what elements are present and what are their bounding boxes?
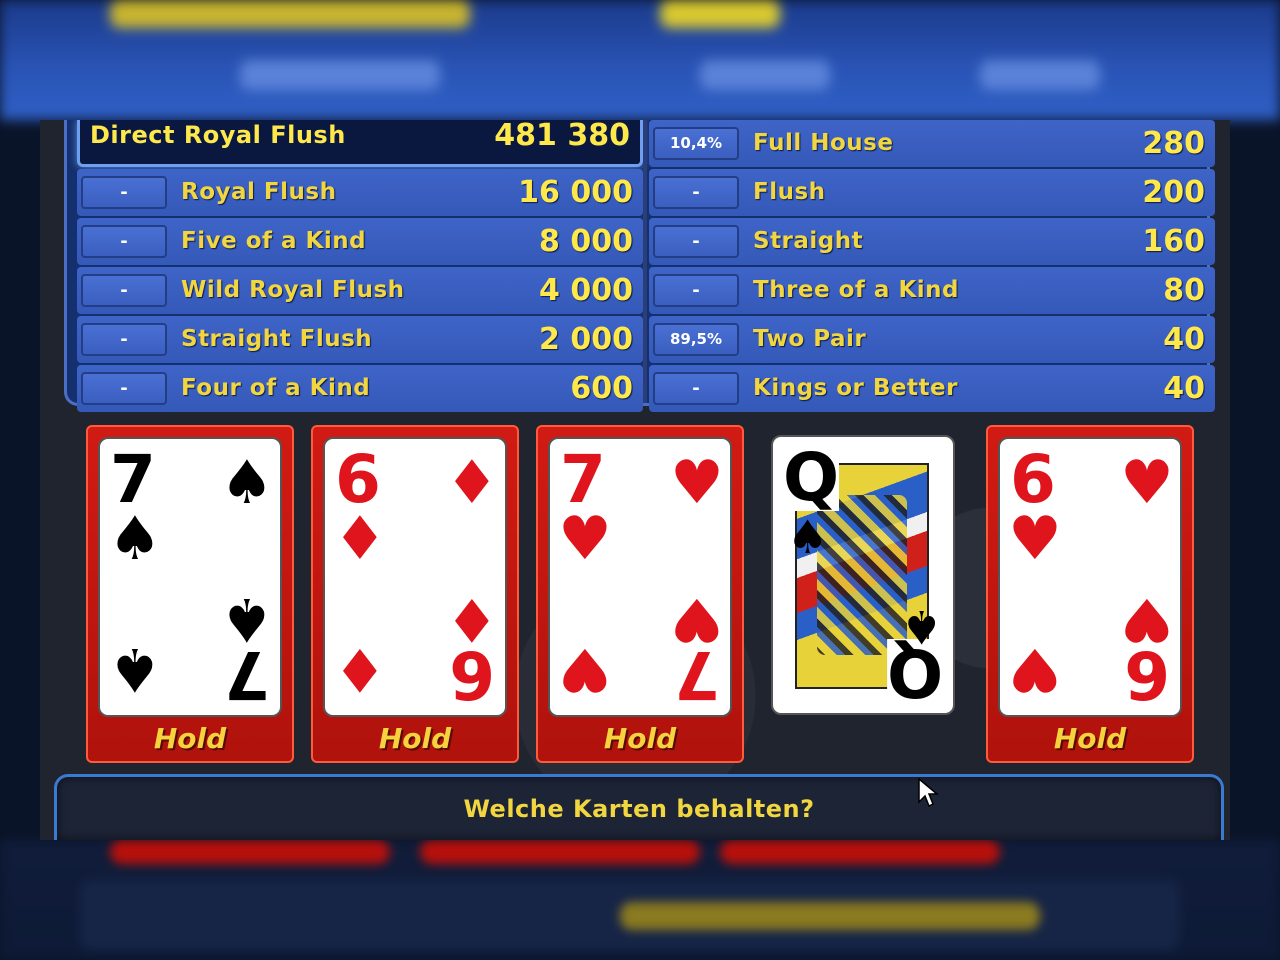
heart-icon: ♥: [558, 504, 612, 574]
paytable-payout-value: 16 000: [518, 175, 633, 210]
paytable-hand-name: Two Pair: [753, 326, 867, 352]
paytable-row: - Flush 200: [649, 169, 1215, 216]
paytable-row: 89,5% Two Pair 40: [649, 316, 1215, 363]
paytable-row: - Straight 160: [649, 218, 1215, 265]
paytable-probability-badge: -: [81, 372, 167, 405]
paytable-hand-name: Direct Royal Flush: [90, 121, 346, 149]
paytable-payout-value: 481 380: [494, 120, 630, 153]
paytable-row: - Three of a Kind 80: [649, 267, 1215, 314]
card-slot[interactable]: 7 7 ♠ ♠ ♠ ♠ Hold: [86, 425, 294, 763]
paytable-payout-value: 8 000: [539, 224, 633, 259]
playing-card[interactable]: 6 6 ♥ ♥ ♥ ♥: [998, 437, 1182, 717]
card-slot[interactable]: 6 6 ♥ ♥ ♥ ♥ Hold: [986, 425, 1194, 763]
paytable-hand-name: Three of a Kind: [753, 277, 959, 303]
message-text: Welche Karten behalten?: [463, 795, 815, 823]
paytable-probability-badge: 10,4%: [653, 127, 739, 160]
paytable-hand-name: Wild Royal Flush: [181, 277, 405, 303]
paytable-probability-badge: -: [81, 225, 167, 258]
paytable-hand-name: Five of a Kind: [181, 228, 367, 254]
spade-icon: ♠: [220, 448, 274, 518]
paytable-hand-name: Kings or Better: [753, 375, 958, 401]
paytable-row: - Five of a Kind 8 000: [77, 218, 643, 265]
paytable-payout-value: 80: [1163, 273, 1205, 308]
paytable-probability-badge: -: [653, 225, 739, 258]
blurred-background-top: [0, 0, 1280, 120]
paytable-row: - Straight Flush 2 000: [77, 316, 643, 363]
diamond-icon: ♦: [445, 448, 499, 518]
paytable-payout-value: 600: [570, 371, 633, 406]
paytable-hand-name: Royal Flush: [181, 179, 337, 205]
spade-icon: ♠: [108, 504, 162, 574]
hold-label[interactable]: Hold: [88, 721, 292, 757]
paytable-hand-name: Full House: [753, 130, 894, 156]
spade-icon: ♠: [901, 600, 943, 654]
hold-label[interactable]: Hold: [988, 721, 1192, 757]
paytable-hand-name: Flush: [753, 179, 826, 205]
paytable-probability-badge: 89,5%: [653, 323, 739, 356]
hold-label[interactable]: Hold: [313, 721, 517, 757]
heart-icon: ♥: [1008, 634, 1062, 704]
card-slot[interactable]: 7 7 ♥ ♥ ♥ ♥ Hold: [536, 425, 744, 763]
heart-icon: ♥: [670, 584, 724, 654]
card-slot[interactable]: Q Q ♠ ♠: [761, 425, 969, 763]
paytable-probability-badge: -: [653, 176, 739, 209]
paytable-payout-value: 4 000: [539, 273, 633, 308]
paytable-probability-badge: -: [653, 274, 739, 307]
paytable-payout-value: 2 000: [539, 322, 633, 357]
paytable-probability-badge: -: [81, 323, 167, 356]
spade-icon: ♠: [108, 634, 162, 704]
playing-card[interactable]: 6 6 ♦ ♦ ♦ ♦: [323, 437, 507, 717]
paytable-right-column: 10,4% Full House 280- Flush 200- Straight 160-…: [649, 120, 1215, 414]
message-bar: Welche Karten behalten?: [54, 774, 1224, 840]
paytable-divider: [643, 120, 647, 403]
paytable: Direct Royal Flush 481 380- Royal Flush 16 …: [64, 120, 1215, 412]
heart-icon: ♥: [1120, 448, 1174, 518]
paytable-row: - Kings or Better 40: [649, 365, 1215, 412]
paytable-payout-value: 40: [1163, 322, 1205, 357]
paytable-row: - Wild Royal Flush 4 000: [77, 267, 643, 314]
playing-card[interactable]: 7 7 ♥ ♥ ♥ ♥: [548, 437, 732, 717]
paytable-probability-badge: -: [653, 372, 739, 405]
heart-icon: ♥: [1008, 504, 1062, 574]
heart-icon: ♥: [1120, 584, 1174, 654]
paytable-row: Direct Royal Flush 481 380: [77, 120, 643, 167]
paytable-payout-value: 280: [1142, 126, 1205, 161]
playing-card[interactable]: Q Q ♠ ♠: [771, 435, 955, 715]
paytable-row: - Four of a Kind 600: [77, 365, 643, 412]
paytable-hand-name: Straight Flush: [181, 326, 373, 352]
spade-icon: ♠: [220, 584, 274, 654]
paytable-hand-name: Four of a Kind: [181, 375, 371, 401]
hold-label[interactable]: Hold: [538, 721, 742, 757]
paytable-probability-badge: -: [81, 176, 167, 209]
paytable-payout-value: 40: [1163, 371, 1205, 406]
blurred-background-bottom: [0, 840, 1280, 960]
card-slot[interactable]: 6 6 ♦ ♦ ♦ ♦ Hold: [311, 425, 519, 763]
paytable-probability-badge: -: [81, 274, 167, 307]
paytable-payout-value: 160: [1142, 224, 1205, 259]
heart-icon: ♥: [670, 448, 724, 518]
paytable-row: - Royal Flush 16 000: [77, 169, 643, 216]
spade-icon: ♠: [787, 510, 829, 564]
diamond-icon: ♦: [333, 504, 387, 574]
paytable-row: 10,4% Full House 280: [649, 120, 1215, 167]
queen-pattern: [817, 495, 907, 655]
playing-card[interactable]: 7 7 ♠ ♠ ♠ ♠: [98, 437, 282, 717]
paytable-payout-value: 200: [1142, 175, 1205, 210]
paytable-left-column: Direct Royal Flush 481 380- Royal Flush 16 …: [77, 120, 643, 414]
card-rank-top: Q: [783, 439, 840, 516]
diamond-icon: ♦: [333, 634, 387, 704]
video-poker-game: Direct Royal Flush 481 380- Royal Flush 16 …: [40, 120, 1230, 840]
heart-icon: ♥: [558, 634, 612, 704]
diamond-icon: ♦: [445, 584, 499, 654]
paytable-hand-name: Straight: [753, 228, 864, 254]
